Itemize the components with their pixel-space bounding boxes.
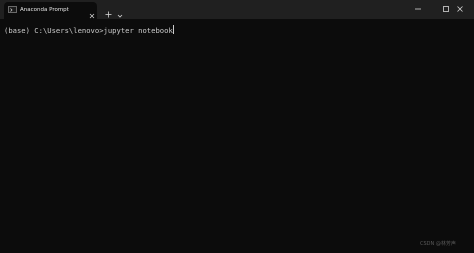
chevron-down-icon[interactable] (116, 5, 124, 18)
title-bar: Anaconda Prompt (0, 0, 474, 19)
close-icon[interactable] (446, 0, 474, 17)
close-icon[interactable] (88, 5, 96, 19)
tab-anaconda-prompt[interactable]: Anaconda Prompt (4, 2, 97, 19)
command-prompt: (base) C:\Users\lenovo> (4, 26, 104, 35)
tab-title: Anaconda Prompt (20, 7, 69, 13)
terminal-output[interactable]: (base) C:\Users\lenovo>jupyter notebook (4, 25, 470, 245)
watermark: CSDN @林芳声 (420, 241, 456, 247)
terminal-window: Anaconda Prompt (base) C:\Users\lenovo>j… (0, 0, 474, 253)
terminal-icon (8, 6, 17, 13)
minimize-icon[interactable] (404, 0, 432, 17)
command-input[interactable]: jupyter notebook (104, 26, 173, 35)
text-cursor (172, 25, 174, 34)
plus-icon[interactable] (104, 4, 113, 18)
